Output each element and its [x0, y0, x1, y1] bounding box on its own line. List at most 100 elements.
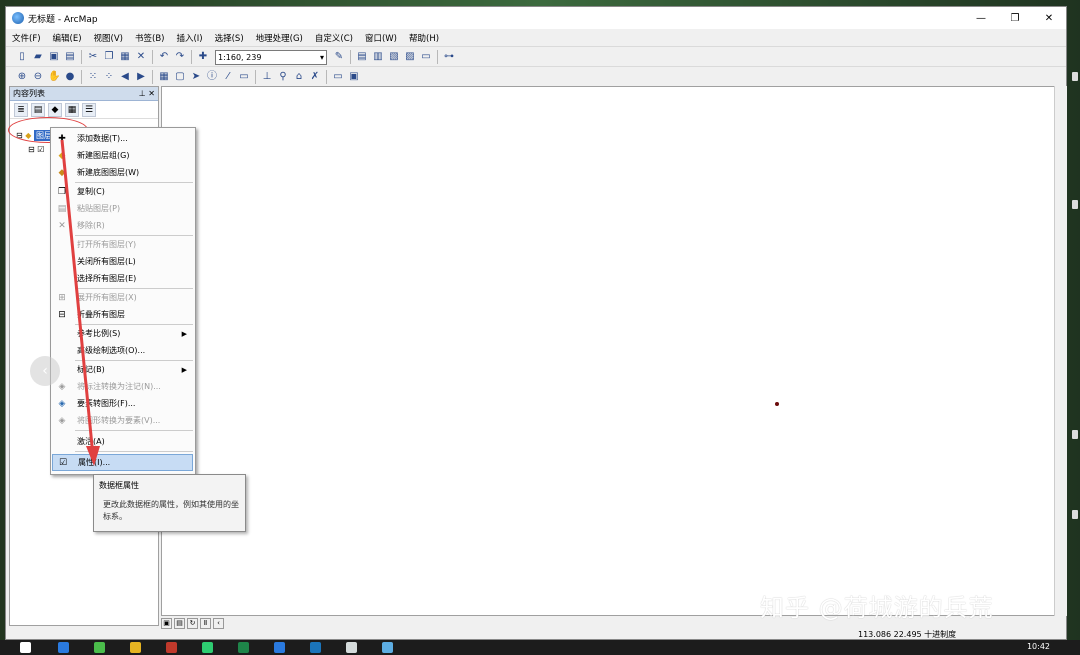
taskbar-app-icon[interactable] [58, 642, 69, 653]
taskbar-app-icon[interactable] [202, 642, 213, 653]
taskbar-app-icon[interactable] [166, 642, 177, 653]
menu-item-convert-labels-to-annotation[interactable]: ◈ 将标注转换为注记(N)... [52, 378, 193, 395]
menu-item-activate[interactable]: 激活(A) [52, 433, 193, 450]
file-explorer-icon[interactable] [130, 642, 141, 653]
delete-icon[interactable]: ✕ [135, 51, 147, 63]
pan-icon[interactable]: ✋ [48, 71, 60, 83]
forward-extent-icon[interactable]: ▶ [135, 71, 147, 83]
desktop-icon[interactable] [1072, 430, 1078, 439]
options-icon[interactable]: ☰ [82, 102, 96, 117]
print-icon[interactable]: ▤ [64, 51, 76, 63]
python-window-icon[interactable]: ▭ [420, 51, 432, 63]
menu-item-new-group-layer[interactable]: ◆ 新建图层组(G) [52, 147, 193, 164]
fixed-zoom-in-icon[interactable]: ⁙ [87, 71, 99, 83]
find-route-icon[interactable]: ⌂ [293, 71, 305, 83]
time-slider-icon[interactable]: ▭ [332, 71, 344, 83]
undo-icon[interactable]: ↶ [158, 51, 170, 63]
menu-selection[interactable]: 选择(S) [215, 32, 244, 44]
menu-item-convert-graphics-to-features[interactable]: ◈ 将图形转换为要素(V)... [52, 412, 193, 429]
html-popup-icon[interactable]: ⁄ [222, 71, 234, 83]
vertical-scrollbar[interactable] [1054, 86, 1067, 616]
desktop-icon[interactable] [1072, 510, 1078, 519]
arcmap-taskbar-icon[interactable] [382, 642, 393, 653]
taskbar-app-icon[interactable] [94, 642, 105, 653]
go-to-xy-icon[interactable]: ✗ [309, 71, 321, 83]
scroll-left-icon[interactable]: ‹ [213, 617, 224, 629]
pin-icon[interactable]: ⊥ [139, 89, 146, 98]
edge-icon[interactable] [310, 642, 321, 653]
minimize-button[interactable]: — [964, 7, 998, 29]
menu-customize[interactable]: 自定义(C) [315, 32, 353, 44]
clear-selection-icon[interactable]: ▢ [174, 71, 186, 83]
menu-geoprocessing[interactable]: 地理处理(G) [256, 32, 303, 44]
zoom-in-icon[interactable]: ⊕ [16, 71, 28, 83]
add-data-icon[interactable]: ✚ [197, 51, 209, 63]
hyperlink-icon[interactable]: ▭ [238, 71, 250, 83]
chevron-left-icon[interactable]: ‹ [30, 356, 60, 386]
menu-windows[interactable]: 窗口(W) [365, 32, 397, 44]
pause-drawing-icon[interactable]: Ⅱ [200, 617, 211, 629]
redo-icon[interactable]: ↷ [174, 51, 186, 63]
full-extent-icon[interactable]: ● [64, 71, 76, 83]
map-point-feature[interactable] [775, 402, 779, 406]
desktop-icon[interactable] [1072, 72, 1078, 81]
back-extent-icon[interactable]: ◀ [119, 71, 131, 83]
menu-insert[interactable]: 插入(I) [176, 32, 202, 44]
create-viewer-window-icon[interactable]: ▣ [348, 71, 360, 83]
menu-bookmarks[interactable]: 书签(B) [135, 32, 164, 44]
menu-view[interactable]: 视图(V) [94, 32, 123, 44]
menu-item-remove[interactable]: ✕ 移除(R) [52, 217, 193, 234]
desktop-icon[interactable] [1072, 200, 1078, 209]
layer-visibility-checkbox[interactable]: ☑ [37, 145, 44, 154]
menu-edit[interactable]: 编辑(E) [53, 32, 82, 44]
menu-item-select-all-layers[interactable]: 选择所有图层(E) [52, 270, 193, 287]
layout-view-icon[interactable]: ▤ [174, 617, 185, 629]
excel-icon[interactable] [238, 642, 249, 653]
search-window-icon[interactable]: ▧ [388, 51, 400, 63]
toc-close-icon[interactable]: ✕ [148, 89, 155, 98]
refresh-icon[interactable]: ↻ [187, 617, 198, 629]
menu-item-collapse-all-layers[interactable]: ⊟ 折叠所有图层 [52, 306, 193, 323]
data-view-icon[interactable]: ▣ [161, 617, 172, 629]
collapse-icon[interactable]: ⊟ [28, 145, 35, 154]
menu-file[interactable]: 文件(F) [12, 32, 41, 44]
cut-icon[interactable]: ✂ [87, 51, 99, 63]
menu-item-advanced-drawing-options[interactable]: 高级绘制选项(O)... [52, 342, 193, 359]
menu-item-properties[interactable]: ☑ 属性(I)... [52, 454, 193, 471]
table-of-contents-icon[interactable]: ▤ [356, 51, 368, 63]
taskbar-app-icon[interactable] [274, 642, 285, 653]
windows-start-icon[interactable] [20, 642, 31, 653]
measure-icon[interactable]: ⊥ [261, 71, 273, 83]
paste-icon[interactable]: ▦ [119, 51, 131, 63]
open-icon[interactable]: ▰ [32, 51, 44, 63]
fixed-zoom-out-icon[interactable]: ⁘ [103, 71, 115, 83]
menu-help[interactable]: 帮助(H) [409, 32, 439, 44]
menu-item-copy[interactable]: ❐ 复制(C) [52, 183, 193, 200]
list-by-drawing-order-icon[interactable]: ≣ [14, 102, 28, 117]
maximize-button[interactable]: ❐ [998, 7, 1032, 29]
copy-icon[interactable]: ❐ [103, 51, 115, 63]
menu-item-reference-scale[interactable]: 参考比例(S) ▶ [52, 325, 193, 342]
map-scale-combobox[interactable]: 1:160, 239 ▾ [215, 49, 327, 65]
menu-item-expand-all-layers[interactable]: ⊞ 展开所有图层(X) [52, 289, 193, 306]
select-features-icon[interactable]: ▦ [158, 71, 170, 83]
save-icon[interactable]: ▣ [48, 51, 60, 63]
list-by-visibility-icon[interactable]: ◆ [48, 102, 62, 117]
list-by-source-icon[interactable]: ▤ [31, 102, 45, 117]
new-document-icon[interactable]: ▯ [16, 51, 28, 63]
find-icon[interactable]: ⚲ [277, 71, 289, 83]
menu-item-labeling[interactable]: 标记(B) ▶ [52, 361, 193, 378]
menu-item-turn-all-layers-off[interactable]: 关闭所有图层(L) [52, 253, 193, 270]
layer-row[interactable]: ⊟ ☑ [28, 145, 44, 154]
identify-icon[interactable]: ⓘ [206, 71, 218, 83]
close-button[interactable]: ✕ [1032, 7, 1066, 29]
menu-item-turn-all-layers-on[interactable]: 打开所有图层(Y) [52, 236, 193, 253]
zoom-out-icon[interactable]: ⊖ [32, 71, 44, 83]
menu-item-paste-layer[interactable]: ▤ 粘贴图层(P) [52, 200, 193, 217]
editor-toolbar-icon[interactable]: ✎ [333, 51, 345, 63]
chevron-down-icon[interactable]: ▾ [320, 51, 324, 64]
model-builder-icon[interactable]: ⊶ [443, 51, 455, 63]
catalog-icon[interactable]: ▥ [372, 51, 384, 63]
menu-item-new-basemap-layer[interactable]: ◆ 新建底图图层(W) [52, 164, 193, 181]
menu-item-convert-features-to-graphics[interactable]: ◈ 要素转图形(F)... [52, 395, 193, 412]
